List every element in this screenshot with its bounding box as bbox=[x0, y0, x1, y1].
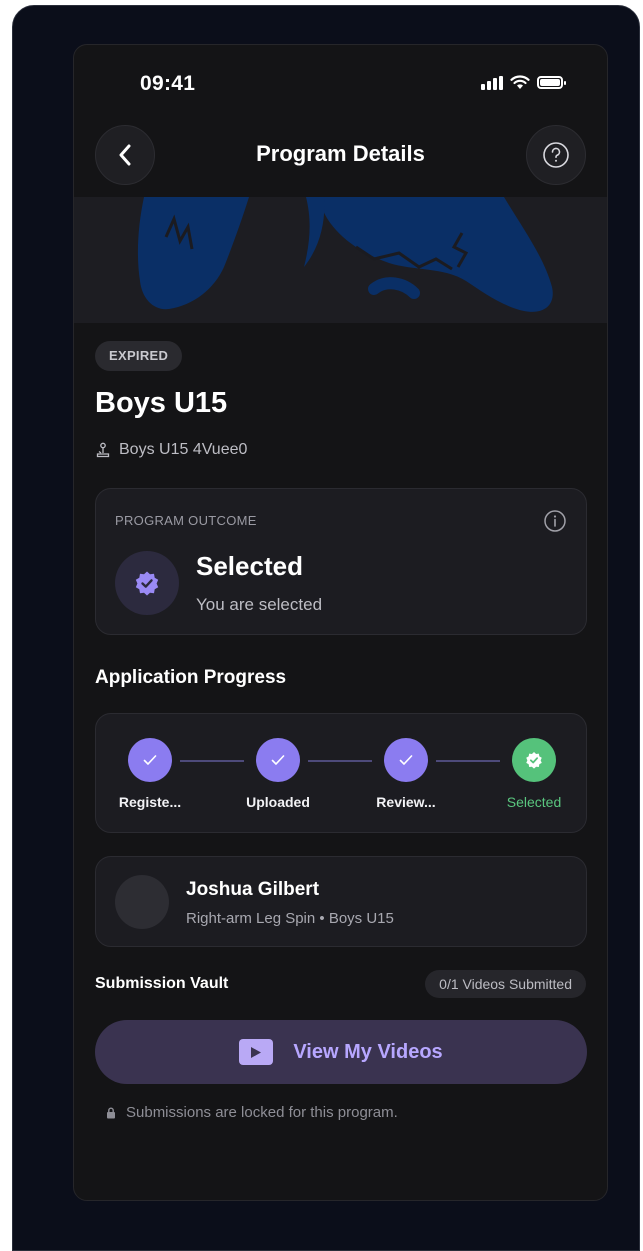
step-uploaded bbox=[256, 738, 300, 782]
status-time: 09:41 bbox=[140, 72, 196, 95]
locked-note: Submissions are locked for this program. bbox=[106, 1104, 398, 1121]
step-label: Selected bbox=[506, 794, 562, 810]
athlete-meta: Right-arm Leg Spin • Boys U15 bbox=[186, 910, 394, 927]
device-frame: 09:41 Program Details EXPIRED Boys U15 B… bbox=[12, 5, 640, 1251]
step-connector bbox=[436, 760, 500, 762]
view-my-videos-button[interactable]: View My Videos bbox=[95, 1020, 587, 1084]
verified-badge-icon bbox=[135, 571, 159, 596]
locked-note-text: Submissions are locked for this program. bbox=[126, 1104, 398, 1121]
help-circle-icon bbox=[543, 142, 569, 168]
submission-vault-title: Submission Vault bbox=[95, 975, 229, 992]
nav-bar: Program Details bbox=[74, 125, 607, 197]
battery-icon bbox=[537, 76, 566, 89]
check-icon bbox=[399, 755, 413, 765]
step-connector bbox=[308, 760, 372, 762]
verified-badge-icon bbox=[526, 752, 542, 769]
program-title: Boys U15 bbox=[95, 387, 228, 419]
athlete-name: Joshua Gilbert bbox=[186, 879, 320, 900]
application-progress-card: Registe... Uploaded Review... Selected bbox=[95, 713, 587, 833]
program-subtitle-text: Boys U15 4Vuee0 bbox=[119, 441, 248, 458]
check-icon bbox=[271, 755, 285, 765]
videos-submitted-badge: 0/1 Videos Submitted bbox=[425, 970, 586, 998]
outcome-text: You are selected bbox=[196, 595, 323, 614]
step-label: Registe... bbox=[118, 794, 182, 810]
application-progress-title: Application Progress bbox=[95, 667, 287, 688]
play-icon bbox=[239, 1039, 274, 1065]
signal-icon bbox=[481, 75, 503, 90]
step-label: Review... bbox=[376, 794, 436, 810]
view-my-videos-label: View My Videos bbox=[293, 1040, 443, 1063]
status-bar: 09:41 bbox=[74, 45, 607, 125]
wifi-icon bbox=[510, 75, 530, 89]
check-icon bbox=[143, 755, 157, 765]
help-button[interactable] bbox=[526, 125, 586, 185]
outcome-label: PROGRAM OUTCOME bbox=[115, 513, 257, 528]
outcome-title: Selected bbox=[196, 551, 303, 581]
outcome-icon-avatar bbox=[115, 551, 179, 615]
step-selected bbox=[512, 738, 556, 782]
athlete-profile-card[interactable]: Joshua Gilbert Right-arm Leg Spin • Boys… bbox=[95, 856, 587, 947]
step-label: Uploaded bbox=[246, 794, 310, 810]
lock-icon bbox=[107, 1107, 115, 1118]
step-registered bbox=[128, 738, 172, 782]
info-icon[interactable] bbox=[543, 509, 567, 533]
step-reviewed bbox=[384, 738, 428, 782]
program-subtitle: Boys U15 4Vuee0 bbox=[95, 441, 247, 459]
program-banner-image bbox=[74, 197, 607, 323]
joystick-icon bbox=[96, 442, 110, 458]
status-icons bbox=[481, 75, 566, 90]
step-connector bbox=[180, 760, 244, 762]
status-badge: EXPIRED bbox=[95, 341, 183, 371]
avatar bbox=[115, 875, 169, 929]
program-outcome-card: PROGRAM OUTCOME Selected You are selecte… bbox=[95, 488, 587, 635]
app-screen: 09:41 Program Details EXPIRED Boys U15 B… bbox=[73, 44, 608, 1201]
